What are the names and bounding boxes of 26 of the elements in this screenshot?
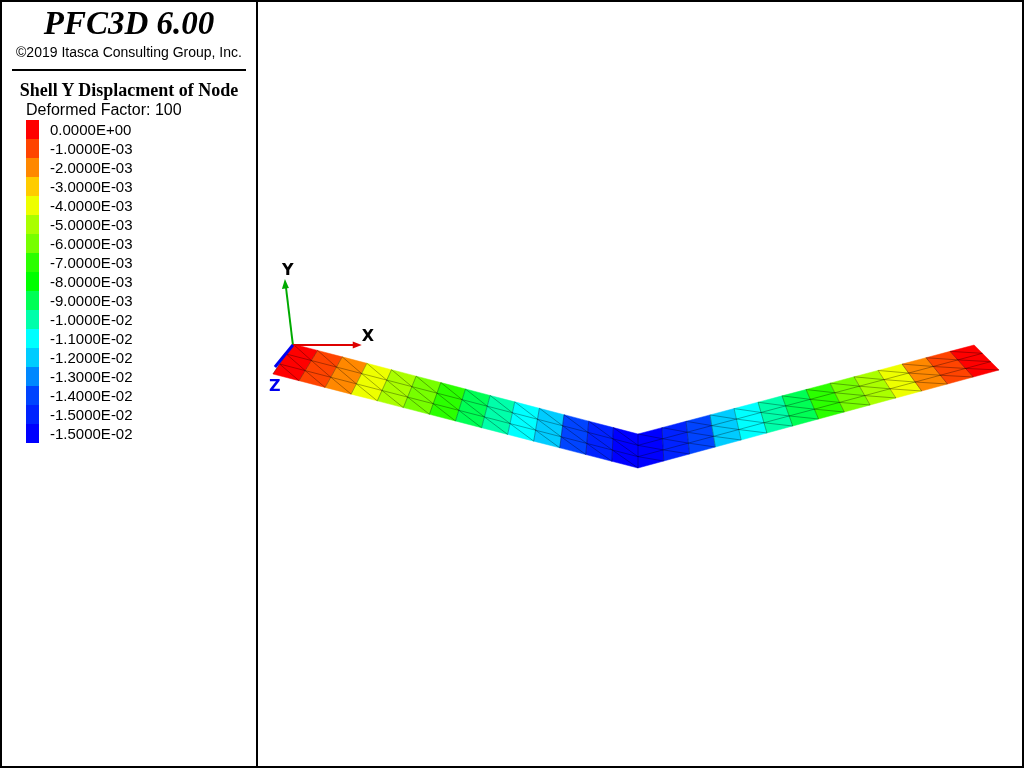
legend-label: -4.0000E-03 — [50, 196, 133, 215]
legend-label: -3.0000E-03 — [50, 177, 133, 196]
legend-label: -1.5000E-02 — [50, 424, 133, 443]
legend-subtitle: Deformed Factor: 100 — [26, 101, 183, 119]
copyright-text: ©2019 Itasca Consulting Group, Inc. — [16, 43, 242, 61]
legend-label: -1.0000E-03 — [50, 139, 133, 158]
legend-label: -8.0000E-03 — [50, 272, 133, 291]
legend-label: -1.3000E-02 — [50, 367, 133, 386]
legend-label: 0.0000E+00 — [50, 120, 132, 139]
legend-label: -5.0000E-03 — [50, 215, 133, 234]
app-title: PFC3D 6.00 — [43, 4, 215, 42]
legend-label: -1.2000E-02 — [50, 348, 133, 367]
legend-label: -1.4000E-02 — [50, 386, 133, 405]
legend-title: Shell Y Displacment of Node — [19, 79, 239, 101]
x-axis-arrow — [291, 341, 362, 349]
legend-label: -7.0000E-03 — [50, 253, 133, 272]
legend-label: -1.1000E-02 — [50, 329, 133, 348]
legend-label: -1.5000E-02 — [50, 405, 133, 424]
y-axis-arrow — [281, 279, 294, 346]
legend-label: -9.0000E-03 — [50, 291, 133, 310]
axis-label: Y — [281, 260, 294, 279]
legend-label: -1.0000E-02 — [50, 310, 133, 329]
legend-label: -6.0000E-03 — [50, 234, 133, 253]
axis-label: Z — [268, 376, 281, 395]
legend-label: -2.0000E-03 — [50, 158, 133, 177]
axis-label: X — [361, 326, 374, 345]
